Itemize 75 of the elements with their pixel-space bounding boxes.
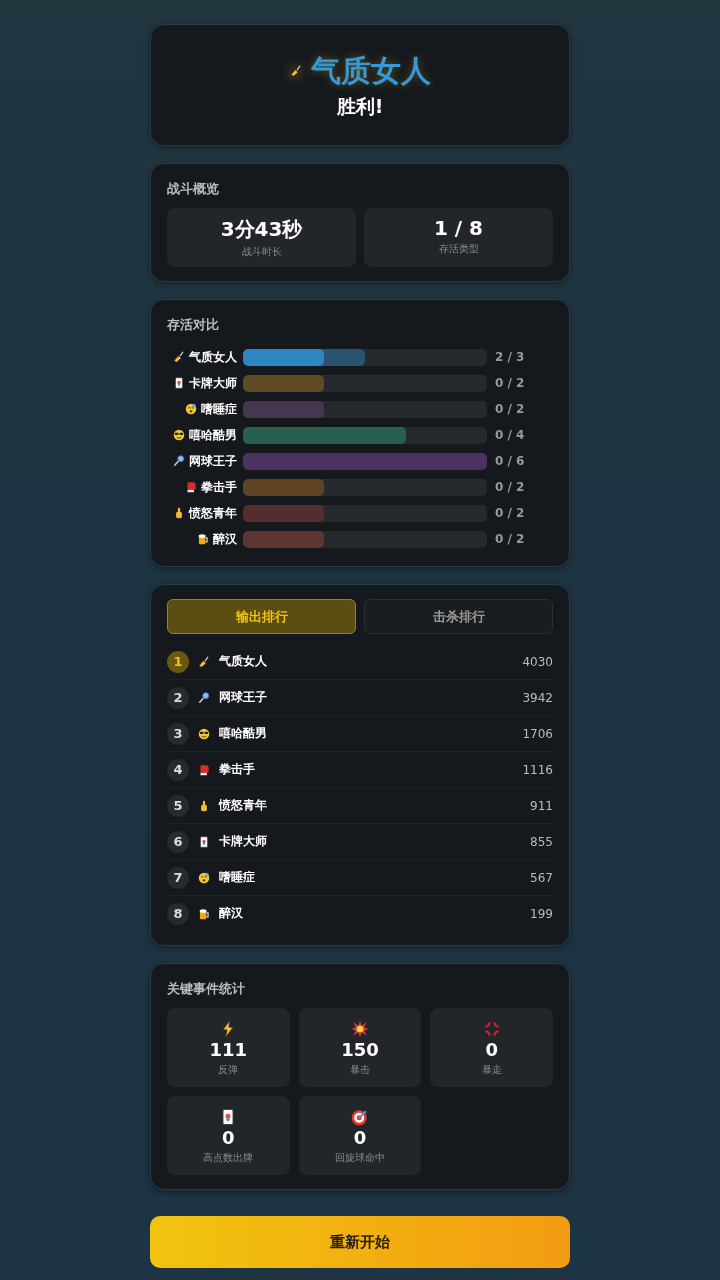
rank-badge: 7 [167, 866, 189, 889]
card-icon [197, 834, 211, 849]
section-title: 存活对比 [167, 316, 220, 334]
character-name: 愤怒青年 [219, 797, 268, 814]
damage-value: 3942 [522, 690, 553, 705]
survival-count: 0 / 2 [494, 532, 526, 546]
restart-button[interactable]: 重新开始 [150, 1216, 570, 1268]
damage-value: 199 [530, 906, 553, 921]
damage-value: 911 [530, 798, 553, 813]
section-title: 关键事件统计 [167, 980, 246, 998]
beer-mug-icon [197, 906, 211, 921]
event-count: 0 [222, 1126, 235, 1149]
character-name: 气质女人 [189, 348, 237, 366]
rank-badge: 6 [167, 830, 189, 853]
character-name: 嘻哈酷男 [219, 725, 268, 742]
survival-count: 0 / 4 [494, 428, 526, 442]
stat-value: 3分43秒 [220, 216, 303, 243]
ranking-tab[interactable]: 击杀排行 [364, 599, 553, 634]
sleepy-face-icon [197, 870, 211, 885]
rank-badge: 1 [167, 650, 189, 673]
survival-count: 0 / 2 [494, 376, 526, 390]
event-label: 反弹 [218, 1062, 239, 1077]
racket-icon [197, 690, 211, 705]
character-name: 拳击手 [201, 478, 237, 496]
event-count: 0 [353, 1126, 367, 1149]
event-count: 150 [341, 1038, 379, 1061]
beer-mug-icon [196, 532, 210, 546]
character-name: 网球王子 [189, 452, 237, 470]
damage-value: 567 [530, 870, 553, 885]
rank-badge: 8 [167, 902, 189, 925]
damage-value: 855 [530, 834, 553, 849]
survival-count: 0 / 6 [494, 454, 526, 468]
damage-value: 4030 [522, 654, 553, 669]
character-name: 嗜睡症 [201, 400, 237, 418]
character-name: 拳击手 [219, 761, 256, 778]
rank-badge: 4 [167, 758, 189, 781]
character-name: 醉汉 [219, 905, 244, 922]
ranking-tab[interactable]: 输出排行 [167, 599, 356, 634]
survival-count: 0 / 2 [494, 506, 526, 520]
character-name: 卡牌大师 [189, 374, 237, 392]
event-label: 回旋球命中 [335, 1150, 385, 1165]
character-name: 嘻哈酷男 [189, 426, 237, 444]
event-label: 暴走 [481, 1062, 502, 1077]
damage-value: 1116 [522, 762, 553, 777]
brush-icon [172, 350, 186, 364]
character-name: 网球王子 [219, 689, 268, 706]
rank-badge: 5 [167, 794, 189, 817]
damage-value: 1706 [522, 726, 553, 741]
sunglasses-face-icon [172, 428, 186, 442]
stat-value: 1 / 8 [433, 216, 484, 240]
character-name: 卡牌大师 [219, 833, 268, 850]
character-name: 醉汉 [213, 530, 237, 548]
winner-name: 气质女人 [311, 51, 431, 90]
survival-count: 0 / 2 [494, 402, 526, 416]
card-icon [172, 376, 186, 390]
rank-badge: 3 [167, 722, 189, 745]
event-label: 暴击 [350, 1062, 370, 1077]
racket-icon [172, 454, 186, 468]
character-name: 嗜睡症 [219, 869, 256, 886]
sunglasses-face-icon [197, 726, 211, 741]
event-count: 0 [485, 1038, 498, 1061]
event-label: 高点数出牌 [203, 1150, 254, 1165]
survival-count: 2 / 3 [494, 350, 526, 364]
stat-label: 战斗时长 [241, 245, 282, 259]
result-text: 胜利! [336, 93, 384, 119]
brush-icon [289, 64, 303, 78]
character-name: 气质女人 [219, 653, 268, 670]
brush-icon [197, 654, 211, 669]
section-title: 战斗概览 [167, 180, 220, 198]
survival-count: 0 / 2 [494, 480, 526, 494]
rank-badge: 2 [167, 686, 189, 709]
stat-label: 存活类型 [438, 242, 479, 256]
event-count: 111 [209, 1038, 248, 1061]
sleepy-face-icon [184, 402, 198, 416]
character-name: 愤怒青年 [189, 504, 237, 522]
